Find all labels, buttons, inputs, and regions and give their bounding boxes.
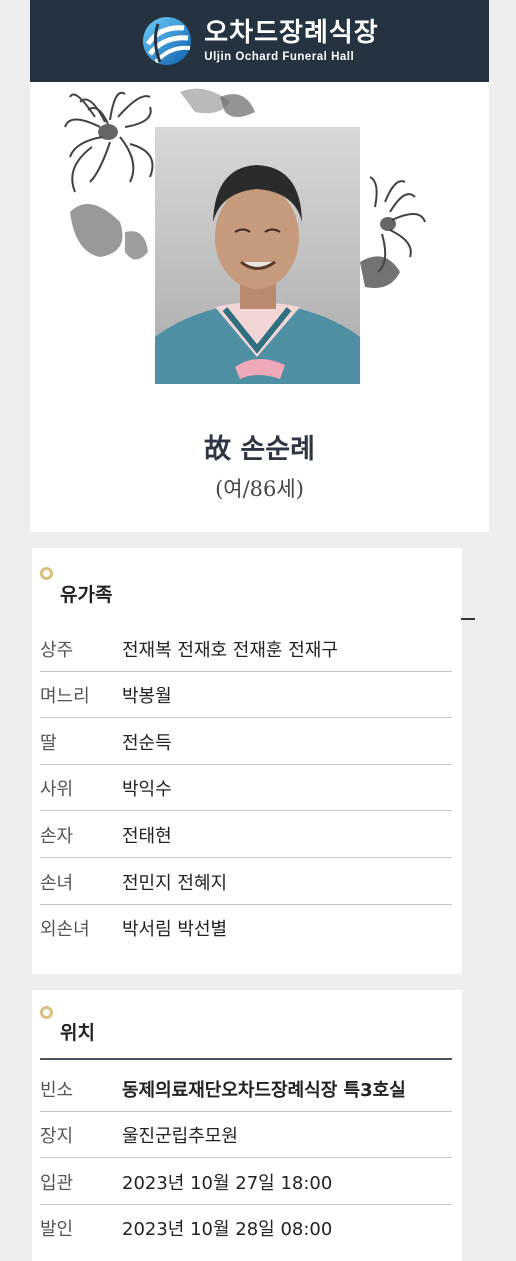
location-row-value: 2023년 10월 28일 08:00	[122, 1219, 333, 1240]
location-row: 장지 울진군립추모원	[40, 1112, 452, 1158]
family-row-value: 전순득	[122, 732, 172, 754]
location-row: 빈소 동제의료재단오차드장례식장 특3호실	[40, 1066, 452, 1112]
family-row: 며느리 박봉월	[40, 672, 452, 718]
deceased-portrait	[155, 127, 360, 384]
portrait-image	[155, 165, 360, 384]
family-row: 외손녀 박서림 박선별	[40, 905, 452, 951]
site-title: 오차드장례식장	[204, 18, 379, 48]
location-row-label: 장지	[40, 1125, 74, 1147]
family-row-label: 며느리	[40, 685, 90, 707]
family-row-value: 박익수	[122, 778, 172, 800]
location-row-label: 입관	[40, 1172, 74, 1194]
section-divider	[40, 1058, 452, 1060]
family-row-value: 전재복 전재호 전재훈 전재구	[122, 639, 338, 661]
minus-icon[interactable]	[461, 618, 475, 620]
family-section: 유가족 상주 전재복 전재호 전재훈 전재구 며느리 박봉월 딸 전순득 사위 …	[32, 548, 475, 974]
family-row-label: 외손녀	[40, 919, 90, 940]
deceased-profile: 故 손순례 (여/86세)	[30, 82, 489, 532]
location-section-title: 위치	[60, 1022, 95, 1044]
family-section-title: 유가족	[60, 584, 113, 606]
family-row-value: 전태현	[122, 825, 172, 847]
globe-logo-icon	[143, 17, 192, 65]
location-row-value: 2023년 10월 27일 18:00	[122, 1172, 333, 1194]
family-row: 손자 전태현	[40, 812, 452, 858]
site-subtitle: Uljin Ochard Funeral Hall	[204, 51, 355, 63]
family-row: 사위 박익수	[40, 765, 452, 811]
deceased-age: (여/86세)	[215, 477, 304, 501]
family-row-label: 상주	[40, 639, 74, 661]
deceased-name: 故 손순례	[204, 434, 315, 465]
location-row: 입관 2023년 10월 27일 18:00	[40, 1159, 452, 1205]
family-row: 딸 전순득	[40, 719, 452, 765]
family-row-label: 사위	[40, 778, 74, 800]
location-row-value: 울진군립추모원	[122, 1125, 238, 1147]
circle-marker-icon	[40, 1006, 53, 1019]
location-row: 발인 2023년 10월 28일 08:00	[40, 1205, 452, 1251]
family-row: 상주 전재복 전재호 전재훈 전재구	[40, 626, 452, 672]
obituary-page: 오차드장례식장 Uljin Ochard Funeral Hall 故 손순례 …	[30, 0, 489, 1261]
family-row: 손녀 전민지 전혜지	[40, 859, 452, 905]
family-row-label: 손자	[40, 825, 74, 847]
family-row-value: 박봉월	[122, 685, 172, 707]
location-section: 위치 빈소 동제의료재단오차드장례식장 특3호실 장지 울진군립추모원 입관 2…	[32, 990, 462, 1261]
circle-marker-icon	[40, 567, 53, 580]
location-row-label: 발인	[40, 1219, 74, 1240]
site-header: 오차드장례식장 Uljin Ochard Funeral Hall	[30, 0, 489, 82]
family-row-label: 손녀	[40, 872, 74, 894]
family-row-label: 딸	[40, 732, 57, 754]
family-row-value: 박서림 박선별	[122, 919, 228, 940]
logo[interactable]: 오차드장례식장 Uljin Ochard Funeral Hall	[140, 14, 378, 68]
location-row-value: 동제의료재단오차드장례식장 특3호실	[122, 1079, 406, 1101]
family-row-value: 전민지 전혜지	[122, 872, 228, 894]
location-row-label: 빈소	[40, 1079, 74, 1101]
